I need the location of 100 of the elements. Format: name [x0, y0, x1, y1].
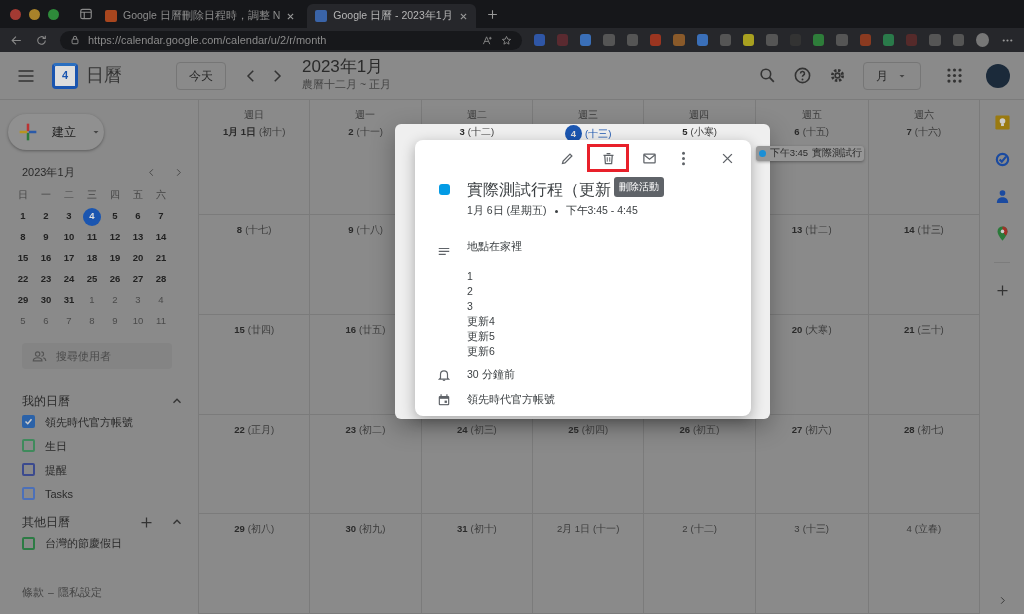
mini-calendar-day[interactable]: 5	[14, 312, 32, 331]
mini-calendar-day[interactable]: 4	[83, 207, 101, 226]
settings-icon[interactable]	[828, 66, 847, 85]
mini-calendar-day[interactable]: 7	[152, 207, 170, 226]
checkbox[interactable]	[22, 439, 35, 453]
profile-avatar[interactable]	[975, 33, 990, 47]
day-label[interactable]: 16 (廿五)	[345, 322, 386, 337]
day-label[interactable]: 27 (初六)	[791, 422, 832, 437]
mini-calendar-day[interactable]: 31	[60, 291, 78, 310]
mini-calendar-day[interactable]: 12	[106, 228, 124, 247]
apps-icon[interactable]	[945, 66, 964, 85]
reload-icon[interactable]	[35, 33, 48, 47]
day-label[interactable]: 1月 1日 (初十)	[222, 125, 286, 140]
day-label[interactable]: 20 (大寒)	[791, 322, 832, 337]
mini-calendar-day[interactable]: 2	[106, 291, 124, 310]
mini-calendar-day[interactable]: 22	[14, 270, 32, 289]
day-label[interactable]: 2 (十二)	[682, 522, 717, 537]
window-control-icon[interactable]	[10, 8, 21, 20]
read-aloud-icon[interactable]	[481, 34, 493, 46]
help-icon[interactable]	[793, 66, 812, 85]
extension-icon[interactable]	[743, 34, 755, 46]
extension-icon[interactable]	[696, 34, 708, 46]
day-label[interactable]: 29 (初八)	[234, 522, 275, 537]
mini-calendar-day[interactable]: 5	[106, 207, 124, 226]
day-label[interactable]: 21 (三十)	[903, 322, 944, 337]
mini-calendar-day[interactable]: 15	[14, 249, 32, 268]
day-label[interactable]: 14 (廿三)	[903, 223, 944, 238]
mini-calendar-day[interactable]: 27	[129, 270, 147, 289]
day-label[interactable]: 3 (十三)	[794, 522, 829, 537]
mini-calendar-day[interactable]: 8	[14, 228, 32, 247]
today-button[interactable]: 今天	[176, 61, 226, 90]
mini-calendar-day[interactable]: 17	[60, 249, 78, 268]
search-icon[interactable]	[758, 66, 777, 85]
star-icon[interactable]	[500, 34, 512, 46]
close-icon[interactable]	[286, 11, 296, 21]
mini-calendar-day[interactable]: 6	[129, 207, 147, 226]
day-label[interactable]: 31 (初十)	[456, 522, 497, 537]
mini-calendar-day[interactable]: 13	[129, 228, 147, 247]
day-label[interactable]: 7 (十六)	[906, 125, 942, 140]
mini-calendar-day[interactable]: 9	[37, 228, 55, 247]
mini-calendar-day[interactable]: 1	[83, 291, 101, 310]
browser-tab[interactable]: Google 日曆刪除日程時，調整 N	[97, 4, 304, 28]
mini-calendar-day[interactable]: 6	[37, 312, 55, 331]
day-label[interactable]: 4 (立春)	[906, 522, 942, 537]
create-button[interactable]: 建立	[8, 114, 104, 150]
day-label[interactable]: 6 (十五)	[794, 125, 829, 140]
mini-calendar-day[interactable]: 4	[152, 291, 170, 310]
day-label[interactable]: 15 (廿四)	[234, 322, 275, 337]
mini-calendar-day[interactable]: 14	[152, 228, 170, 247]
mini-calendar-day[interactable]: 18	[83, 249, 101, 268]
mini-calendar-day[interactable]: 8	[83, 312, 101, 331]
browser-tab[interactable]: Google 日曆 - 2023年1月	[307, 4, 476, 28]
checkbox[interactable]	[22, 487, 35, 501]
mini-calendar-day[interactable]: 21	[152, 249, 170, 268]
extension-icon[interactable]	[580, 34, 592, 46]
account-avatar[interactable]	[986, 63, 1010, 88]
window-control-icon[interactable]	[29, 8, 40, 20]
mini-calendar-day[interactable]: 1	[14, 207, 32, 226]
delete-button[interactable]	[587, 144, 629, 172]
mini-calendar-day[interactable]: 20	[129, 249, 147, 268]
mini-calendar-day[interactable]: 11	[83, 228, 101, 247]
checkbox[interactable]	[22, 536, 35, 550]
tab-overview-icon[interactable]	[79, 7, 93, 21]
mini-calendar-day[interactable]: 25	[83, 270, 101, 289]
close-icon[interactable]	[458, 11, 468, 21]
mini-calendar-day[interactable]: 29	[14, 291, 32, 310]
mini-calendar-day[interactable]: 3	[60, 207, 78, 226]
event-chip[interactable]: 下午3:45 實際測試行	[755, 145, 864, 161]
check-circle-icon[interactable]	[993, 151, 1011, 168]
footer-link[interactable]: 條款	[22, 585, 44, 601]
day-label[interactable]: 28 (初七)	[903, 422, 944, 437]
mini-calendar-day[interactable]: 10	[60, 228, 78, 247]
day-label[interactable]: 5 (小寒)	[682, 125, 717, 140]
day-label[interactable]: 9 (十八)	[348, 223, 383, 238]
day-label[interactable]: 25 (初四)	[568, 422, 609, 437]
extension-icon[interactable]	[882, 34, 895, 46]
day-label[interactable]: 8 (十七)	[236, 223, 272, 238]
lightbulb-icon[interactable]	[993, 114, 1011, 131]
mini-calendar-day[interactable]: 30	[37, 291, 55, 310]
mini-calendar-day[interactable]: 11	[152, 312, 170, 331]
new-tab-icon[interactable]	[485, 7, 499, 21]
day-label[interactable]: 3 (十二)	[459, 125, 495, 140]
mini-calendar-day[interactable]: 26	[106, 270, 124, 289]
mini-calendar-day[interactable]: 16	[37, 249, 55, 268]
mini-calendar-day[interactable]: 9	[106, 312, 124, 331]
extension-icon[interactable]	[673, 34, 685, 46]
checkbox[interactable]	[22, 415, 35, 429]
checkbox[interactable]	[22, 463, 35, 477]
extension-icon[interactable]	[813, 34, 825, 46]
mini-calendar-day[interactable]: 2	[37, 207, 55, 226]
back-icon[interactable]	[10, 33, 23, 47]
day-label[interactable]: 22 (正月)	[234, 422, 275, 437]
window-control-icon[interactable]	[48, 8, 59, 20]
mini-calendar-day[interactable]: 7	[60, 312, 78, 331]
mini-calendar-day[interactable]: 23	[37, 270, 55, 289]
view-dropdown[interactable]: 月	[863, 61, 921, 90]
mini-calendar-day[interactable]: 28	[152, 270, 170, 289]
address-bar[interactable]: https://calendar.google.com/calendar/u/2/r/month	[60, 30, 522, 50]
mini-calendar-day[interactable]: 24	[60, 270, 78, 289]
mini-calendar-day[interactable]: 19	[106, 249, 124, 268]
